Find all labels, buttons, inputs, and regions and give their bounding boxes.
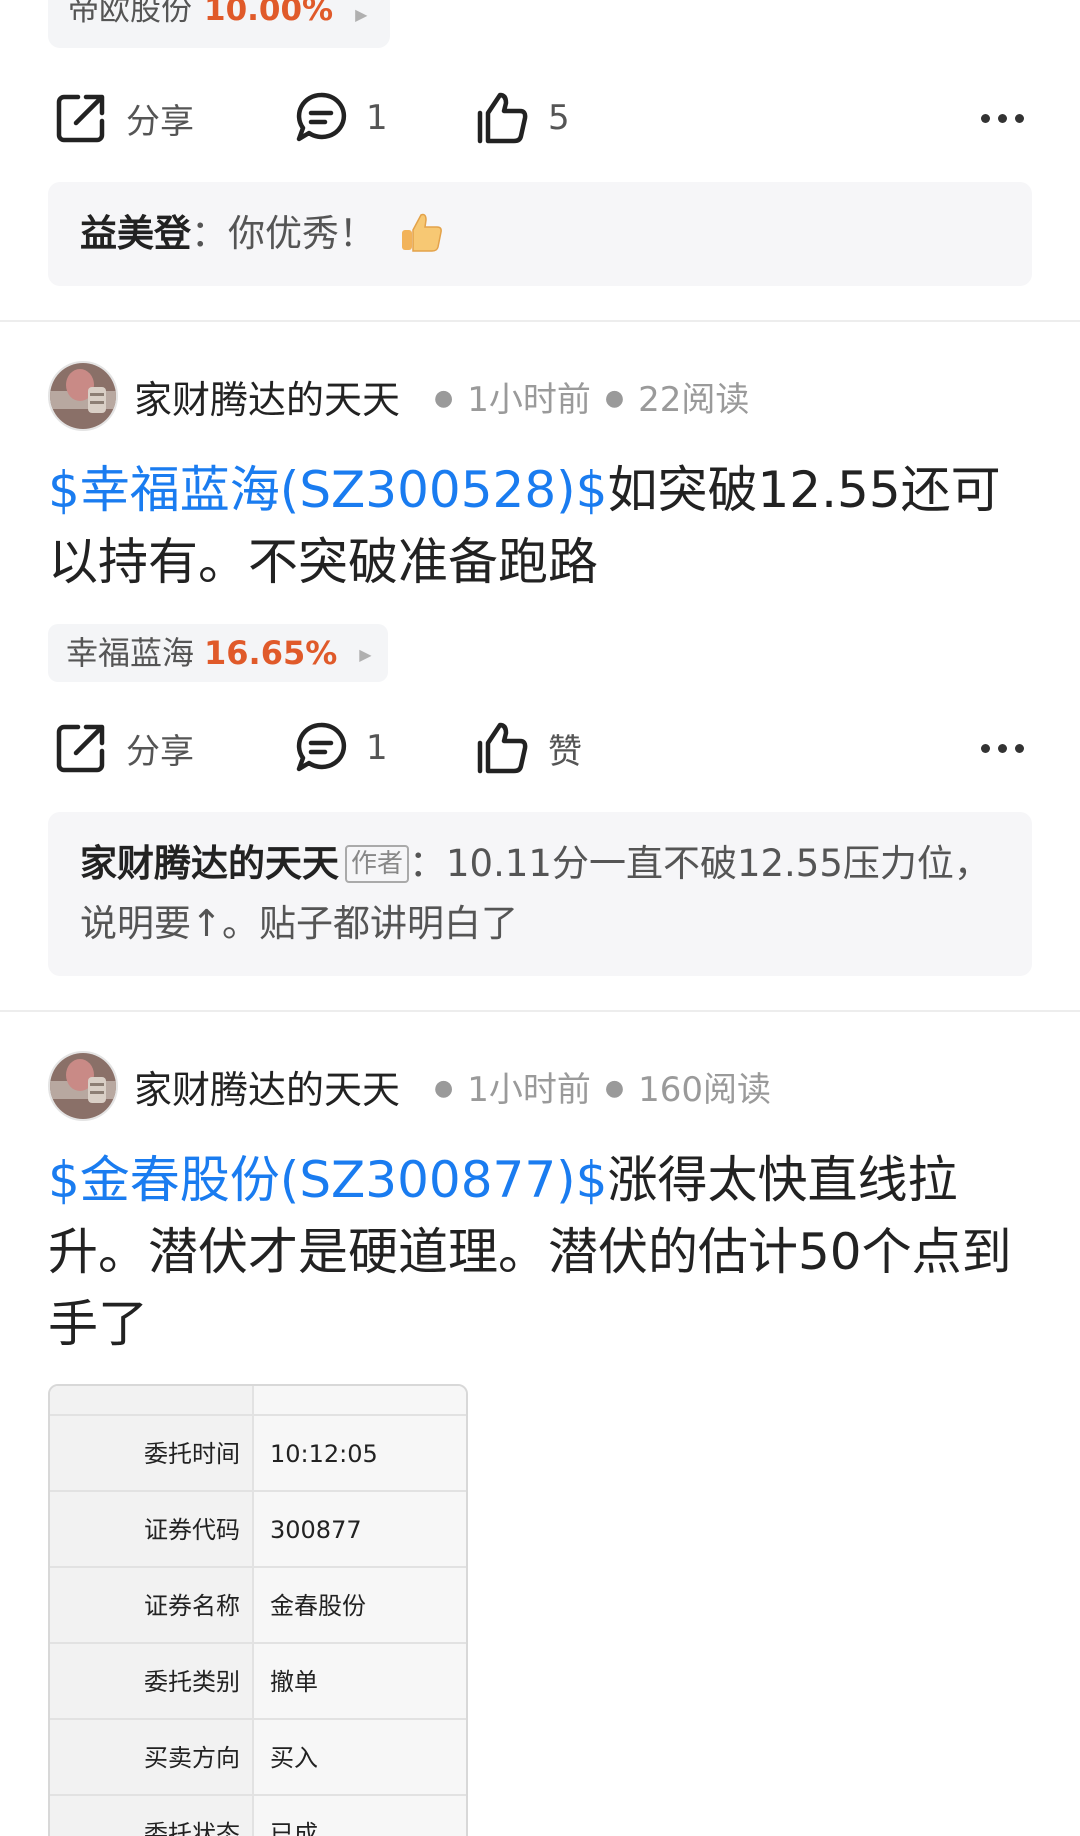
table-header-row (50, 1386, 466, 1414)
thumbs-up-icon (477, 92, 528, 144)
stock-link[interactable]: $幸福蓝海(SZ300528)$ (48, 461, 608, 519)
row-value: 撤单 (254, 1644, 466, 1718)
comment-separator: ： (191, 212, 228, 255)
stock-name: 帝欧股份 (68, 0, 192, 28)
post-body[interactable]: $幸福蓝海(SZ300528)$如突破12.55还可以持有。不突破准备跑路 (48, 454, 1038, 598)
stock-pill[interactable]: 帝欧股份 10.00% ▶ (48, 0, 390, 48)
play-arrow-icon: ▶ (359, 645, 372, 664)
table-row: 委托时间 10:12:05 (50, 1414, 466, 1490)
more-options-button[interactable] (981, 698, 1024, 798)
comment-preview[interactable]: 家财腾达的天天 作者 ：10.11分一直不破12.55压力位，说明要↑。贴子都讲明白… (48, 812, 1032, 976)
comment-separator: ： (409, 842, 447, 885)
share-icon (56, 94, 105, 143)
table-row: 证券代码 300877 (50, 1490, 466, 1566)
table-row: 买卖方向 买入 (50, 1718, 466, 1794)
comment-icon (296, 92, 347, 142)
row-value: 买入 (254, 1720, 466, 1794)
order-screenshot-image[interactable]: 委托时间 10:12:05 证券代码 300877 证券名称 金春股份 委托类别 撤单 … (48, 1384, 468, 1836)
read-count: 160阅读 (638, 1069, 771, 1110)
more-options-button[interactable] (981, 68, 1024, 168)
stock-pill[interactable]: 幸福蓝海 16.65% ▶ (48, 624, 388, 682)
comment-icon (296, 722, 347, 772)
row-value: 已成 (254, 1796, 466, 1836)
row-key: 买卖方向 (50, 1720, 254, 1794)
comment-button[interactable]: 1 (294, 68, 388, 168)
row-key: 委托状态 (50, 1796, 254, 1836)
comment-author[interactable]: 家财腾达的天天 (80, 842, 339, 885)
post-body[interactable]: $金春股份(SZ300877)$涨得太快直线拉升。潜伏才是硬道理。潜伏的估计50… (48, 1144, 1038, 1360)
post-action-bar: 分享 1 5 (0, 68, 1080, 168)
thumbs-up-emoji-icon (402, 213, 442, 252)
share-label: 分享 (126, 101, 194, 142)
like-button[interactable]: 5 (476, 68, 570, 168)
table-row: 委托状态 已成 (50, 1794, 466, 1836)
divider (0, 1010, 1080, 1012)
row-key: 委托类别 (50, 1644, 254, 1718)
stock-name: 幸福蓝海 (66, 634, 195, 672)
stock-link[interactable]: $金春股份(SZ300877)$ (48, 1151, 608, 1209)
comment-author[interactable]: 益美登 (80, 212, 191, 255)
author-badge: 作者 (345, 845, 410, 883)
feed-page: 帝欧股份 10.00% ▶ 分享 1 5 益美登：你优秀！ 家财腾达的天天 ● … (0, 0, 1080, 1836)
play-arrow-icon: ▶ (355, 5, 368, 24)
post-header: 家财腾达的天天 ● 1小时前 ● 22阅读 (48, 360, 1032, 432)
like-button[interactable]: 赞 (476, 698, 582, 798)
username[interactable]: 家财腾达的天天 (134, 1059, 400, 1114)
read-count: 22阅读 (638, 379, 750, 420)
post-time: 1小时前 (467, 1069, 591, 1110)
row-value: 10:12:05 (254, 1416, 466, 1490)
table-row: 委托类别 撤单 (50, 1642, 466, 1718)
comment-button[interactable]: 1 (294, 698, 388, 798)
post-meta: ● 1小时前 ● 22阅读 (434, 379, 750, 420)
post-time: 1小时前 (467, 379, 591, 420)
row-key: 证券名称 (50, 1568, 254, 1642)
thumbs-up-icon (477, 722, 528, 774)
row-value: 300877 (254, 1492, 466, 1566)
table-row: 证券名称 金春股份 (50, 1566, 466, 1642)
like-label: 赞 (548, 731, 582, 772)
like-count: 5 (548, 98, 570, 138)
avatar[interactable] (48, 361, 118, 431)
share-icon (56, 724, 105, 773)
comment-count: 1 (366, 728, 388, 768)
row-key: 证券代码 (50, 1492, 254, 1566)
share-button[interactable]: 分享 (54, 68, 194, 168)
share-label: 分享 (126, 731, 194, 772)
row-value: 金春股份 (254, 1568, 466, 1642)
share-button[interactable]: 分享 (54, 698, 194, 798)
row-key: 委托时间 (50, 1416, 254, 1490)
post-action-bar: 分享 1 赞 (0, 698, 1080, 798)
comment-preview[interactable]: 益美登：你优秀！ (48, 182, 1032, 286)
avatar[interactable] (48, 1051, 118, 1121)
post-meta: ● 1小时前 ● 160阅读 (434, 1069, 771, 1110)
post-header: 家财腾达的天天 ● 1小时前 ● 160阅读 (48, 1050, 1032, 1122)
comment-text: 你优秀！ (228, 212, 376, 255)
stock-change: 10.00% (204, 0, 334, 28)
divider (0, 320, 1080, 322)
stock-change: 16.65% (204, 634, 338, 672)
comment-count: 1 (366, 98, 388, 138)
username[interactable]: 家财腾达的天天 (134, 369, 400, 424)
